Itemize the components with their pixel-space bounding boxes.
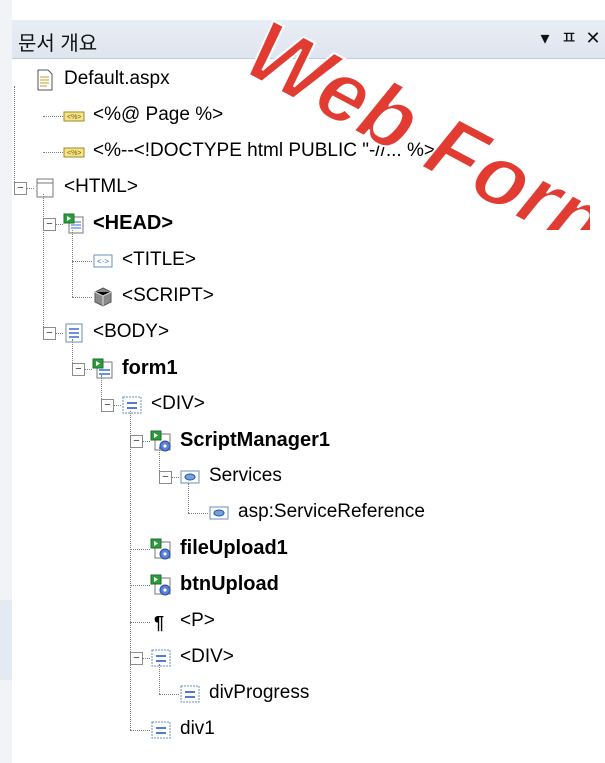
tree-node-label: form1 xyxy=(122,356,178,379)
tree-node[interactable]: div1 xyxy=(12,712,605,748)
svg-text:<·>: <·> xyxy=(97,257,109,266)
script-cube-icon xyxy=(92,286,114,308)
tree-node-label: div1 xyxy=(180,717,215,739)
tree-node[interactable]: divProgress xyxy=(12,676,605,712)
directive-icon: <%> xyxy=(63,105,85,127)
document-outline-panel: 문서 개요 ▾ ㅍ ✕ Default.aspx <%> <%@ Page %> <%… xyxy=(12,0,605,763)
tree-node[interactable]: fileUpload1 xyxy=(12,531,605,567)
tree-node-label: <HEAD> xyxy=(93,212,174,235)
tree-node[interactable]: Default.aspx xyxy=(12,62,605,98)
tree-node-label: Default.aspx xyxy=(64,68,170,89)
outline-tree: Default.aspx <%> <%@ Page %> <%> <%--<!DOCTY… xyxy=(12,58,605,763)
tree-connector xyxy=(142,657,150,659)
html-element-icon xyxy=(34,177,56,199)
tree-node-label: <%@ Page %> xyxy=(93,104,224,126)
pin-button[interactable]: ㅍ xyxy=(558,26,580,50)
svg-text:<%>: <%> xyxy=(67,114,81,121)
service-icon xyxy=(179,466,201,488)
tree-connector xyxy=(72,260,92,262)
tree-node[interactable]: − <BODY> xyxy=(12,315,605,351)
tree-connector xyxy=(159,447,160,478)
tree-node-label: <SCRIPT> xyxy=(122,284,214,306)
server-form-icon xyxy=(92,358,114,380)
svg-text:<%>: <%> xyxy=(67,150,81,157)
tree-connector xyxy=(171,477,179,479)
directive-icon: <%> xyxy=(63,141,85,163)
tree-node-label: <TITLE> xyxy=(122,248,196,270)
tree-connector xyxy=(55,224,63,226)
tree-node[interactable]: <·> <TITLE> xyxy=(12,243,605,279)
tree-node-label: <P> xyxy=(180,609,215,631)
div-icon xyxy=(150,719,172,741)
tree-node[interactable]: − <DIV> xyxy=(12,640,605,676)
paragraph-icon: ¶ xyxy=(150,611,172,633)
close-button[interactable]: ✕ xyxy=(582,26,604,50)
tree-connector xyxy=(72,230,73,297)
tree-node[interactable]: − <HTML> xyxy=(12,170,605,206)
tree-node[interactable]: asp:ServiceReference xyxy=(12,495,605,531)
service-icon xyxy=(208,502,230,524)
document-icon xyxy=(34,69,56,91)
tree-connector xyxy=(43,116,63,118)
tree-node-label: asp:ServiceReference xyxy=(238,501,425,523)
tree-node[interactable]: <SCRIPT> xyxy=(12,279,605,315)
tree-node-label: divProgress xyxy=(209,681,310,703)
dropdown-button[interactable]: ▾ xyxy=(534,26,556,50)
tree-connector xyxy=(55,332,63,334)
tree-node-label: <%--<!DOCTYPE html PUBLIC "-//... %> xyxy=(93,140,435,162)
dock-tab-hint[interactable] xyxy=(0,600,12,680)
tree-connector xyxy=(130,549,150,551)
tree-node-label: <DIV> xyxy=(180,645,234,667)
tree-node[interactable]: btnUpload xyxy=(12,567,605,603)
tree-connector xyxy=(72,338,73,369)
tree-connector xyxy=(26,188,34,190)
tree-connector xyxy=(130,729,150,731)
server-control-icon xyxy=(150,430,172,452)
panel-title: 문서 개요 xyxy=(18,33,98,55)
tree-connector xyxy=(188,513,208,515)
tree-connector xyxy=(113,404,121,406)
svg-text:¶: ¶ xyxy=(154,613,164,633)
tree-node[interactable]: ¶ <P> xyxy=(12,604,605,640)
tree-node-label: fileUpload1 xyxy=(180,537,288,560)
tree-connector xyxy=(130,410,131,730)
tree-connector xyxy=(130,621,150,623)
div-icon xyxy=(179,683,201,705)
tree-connector xyxy=(142,441,150,442)
tree-connector xyxy=(130,585,150,587)
tree-connector xyxy=(84,368,92,370)
tree-node[interactable]: − ScriptManager1 xyxy=(12,423,605,459)
tree-connector xyxy=(188,483,189,514)
tree-connector xyxy=(159,693,179,695)
server-control-icon xyxy=(150,574,172,596)
tree-connector xyxy=(14,86,15,189)
tree-node-label: btnUpload xyxy=(180,573,279,596)
tree-node-label: Services xyxy=(209,465,282,487)
div-icon xyxy=(121,394,143,416)
tree-node-label: ScriptManager1 xyxy=(180,429,331,451)
tree-node-label: <HTML> xyxy=(64,176,138,198)
div-icon xyxy=(150,647,172,669)
tree-connector xyxy=(101,374,102,405)
tree-node[interactable]: <%> <%@ Page %> xyxy=(12,98,605,134)
tree-node[interactable]: − <HEAD> xyxy=(12,206,605,242)
panel-titlebar: 문서 개요 ▾ ㅍ ✕ xyxy=(12,20,605,59)
tree-node[interactable]: <%> <%--<!DOCTYPE html PUBLIC "-//... %> xyxy=(12,134,605,170)
tree-connector xyxy=(43,194,44,333)
body-lines-icon xyxy=(63,322,85,344)
tree-node-label: <BODY> xyxy=(93,320,170,342)
server-control-icon xyxy=(150,538,172,560)
tree-connector xyxy=(43,152,63,154)
tree-node-label: <DIV> xyxy=(151,392,205,414)
tree-node[interactable]: − Services xyxy=(12,459,605,495)
title-tag-icon: <·> xyxy=(92,250,114,272)
tree-connector xyxy=(72,296,92,298)
tree-connector xyxy=(159,663,160,694)
server-head-icon xyxy=(63,213,85,235)
